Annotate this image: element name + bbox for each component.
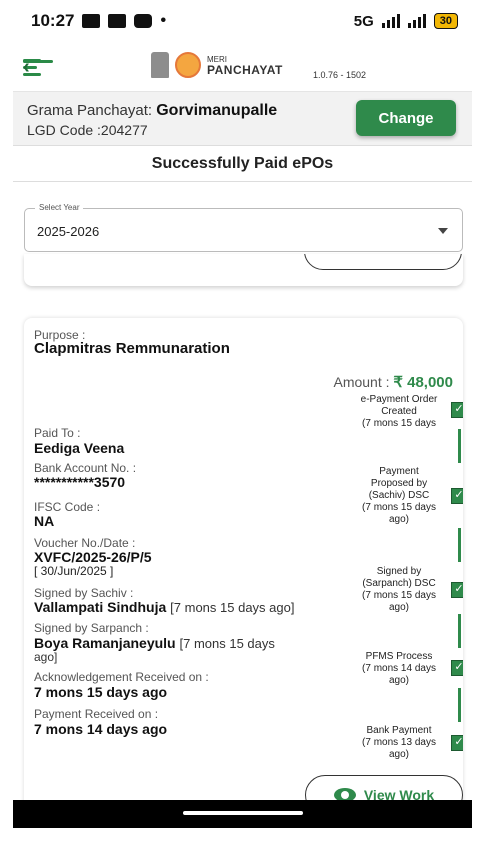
step-5-line-3: ago)	[388, 749, 409, 760]
ack-value: 7 mons 15 days ago	[34, 684, 168, 700]
panchayat-label: Grama Panchayat:	[27, 102, 153, 119]
message-icon	[108, 14, 127, 28]
network-label: 5G	[353, 12, 374, 30]
app-notification-icon	[134, 14, 153, 28]
menu-back-icon[interactable]: ‹	[23, 57, 53, 77]
ifsc-label: IFSC Code :	[34, 500, 101, 514]
step-5-line-1: Bank Payment	[366, 725, 432, 736]
timeline-step-bank-payment: Bank Payment (7 mons 13 days ago)	[349, 725, 449, 761]
bank-label: Bank Account No. :	[34, 461, 137, 475]
timeline-step-signed-sarpanch: Signed by (Sarpanch) DSC (7 mons 15 days…	[349, 566, 449, 614]
check-icon: ✓	[451, 582, 463, 598]
paid-to-label: Paid To :	[34, 426, 81, 440]
step-5-line-2: (7 mons 13 days	[362, 737, 436, 748]
purpose-value: Clapmitras Remmunaration	[34, 340, 230, 357]
sarpanch-value: Boya Ramanjaneyulu [7 mons 15 days	[34, 635, 275, 651]
payment-label: Payment Received on :	[34, 707, 159, 721]
previous-view-work-button[interactable]	[304, 254, 462, 270]
app-logo: MERI PANCHAYAT	[151, 52, 283, 78]
page-title: Successfully Paid ePOs	[13, 146, 472, 182]
sarpanch-time-1: [7 mons 15 days	[179, 636, 275, 651]
voucher-value: XVFC/2025-26/P/5	[34, 549, 152, 565]
step-3-line-1: Signed by	[376, 566, 422, 577]
step-1-line-3: (7 mons 15 days	[362, 418, 436, 429]
notification-icon	[82, 14, 101, 28]
step-4-line-2: (7 mons 14 days	[362, 663, 436, 674]
amount: Amount : ₹ 48,000	[333, 373, 453, 391]
bank-value: ***********3570	[34, 474, 126, 490]
step-2-line-1: Payment	[379, 466, 419, 477]
change-button[interactable]: Change	[356, 100, 456, 136]
sarpanch-name: Boya Ramanjaneyulu	[34, 635, 176, 651]
app-version: 1.0.76 - 1502	[313, 70, 367, 80]
dropdown-arrow-icon	[438, 228, 448, 234]
epo-card: Purpose : Clapmitras Remmunaration Amoun…	[24, 318, 463, 818]
timeline-connector	[458, 688, 461, 722]
year-select[interactable]: Select Year 2025-2026	[24, 203, 463, 252]
step-2-line-5: ago)	[388, 514, 409, 525]
emblem-icon	[151, 52, 169, 78]
step-1-line-2: Created	[381, 406, 417, 417]
payment-value: 7 mons 14 days ago	[34, 721, 168, 737]
sachiv-time: [7 mons 15 days ago]	[170, 600, 295, 615]
step-2-line-3: (Sachiv) DSC	[368, 490, 430, 501]
step-3-line-4: ago)	[388, 602, 409, 613]
sarpanch-time-2: ago]	[34, 650, 58, 664]
sachiv-label: Signed by Sachiv :	[34, 586, 134, 600]
timeline-step-pfms: PFMS Process (7 mons 14 days ago)	[349, 651, 449, 687]
panchayat-info: Grama Panchayat: Gorvimanupalle LGD Code…	[13, 92, 472, 146]
check-icon: ✓	[451, 660, 463, 676]
timeline-step-epo-created: e-Payment Order Created (7 mons 15 days	[349, 394, 449, 430]
step-2-line-4: (7 mons 15 days	[362, 502, 436, 513]
timeline-connector	[458, 429, 461, 463]
previous-epo-card	[24, 254, 463, 286]
step-2-line-2: Proposed by	[370, 478, 428, 489]
check-icon: ✓	[451, 735, 463, 751]
amount-value: ₹ 48,000	[393, 374, 453, 391]
step-4-line-3: ago)	[388, 675, 409, 686]
battery-icon: 30	[433, 13, 458, 29]
panchayat-title: Grama Panchayat: Gorvimanupalle	[27, 102, 277, 120]
step-4-line-1: PFMS Process	[365, 651, 433, 662]
timeline-step-payment-proposed: Payment Proposed by (Sachiv) DSC (7 mons…	[349, 466, 449, 526]
signal-icon	[381, 14, 400, 28]
system-nav-bar	[13, 800, 472, 828]
year-select-value: 2025-2026	[37, 224, 100, 239]
status-bar: 10:27 • 5G 30	[13, 0, 472, 42]
panchayat-name: Gorvimanupalle	[156, 102, 278, 119]
sarpanch-label: Signed by Sarpanch :	[34, 621, 149, 635]
amount-label: Amount :	[333, 374, 390, 390]
lgd-code: LGD Code :204277	[27, 122, 148, 138]
timeline-connector	[458, 528, 461, 562]
paid-to-value: Eediga Veena	[34, 440, 125, 456]
check-icon: ✓	[451, 488, 463, 504]
signal-icon-2	[407, 14, 426, 28]
brand-main: PANCHAYAT	[207, 63, 283, 77]
check-icon: ✓	[451, 402, 463, 418]
app-screen: 10:27 • 5G 30 ‹ MERI PANCHAYAT	[13, 0, 472, 828]
ack-label: Acknowledgement Received on :	[34, 670, 209, 684]
status-time: 10:27	[31, 11, 75, 30]
panchayat-logo-icon	[175, 52, 201, 78]
year-select-label: Select Year	[35, 203, 84, 212]
step-3-line-3: (7 mons 15 days	[362, 590, 436, 601]
step-1-line-1: e-Payment Order	[360, 394, 438, 405]
voucher-label: Voucher No./Date :	[34, 536, 136, 550]
sachiv-name: Vallampati Sindhuja	[34, 599, 167, 615]
home-gesture-handle[interactable]	[183, 811, 303, 815]
step-3-line-2: (Sarpanch) DSC	[362, 578, 436, 589]
voucher-date: [ 30/Jun/2025 ]	[34, 564, 114, 578]
dot-icon: •	[160, 12, 167, 29]
sachiv-value: Vallampati Sindhuja [7 mons 15 days ago]	[34, 599, 294, 615]
app-bar: ‹ MERI PANCHAYAT 1.0.76 - 1502	[13, 42, 472, 92]
timeline-connector	[458, 614, 461, 648]
ifsc-value: NA	[34, 513, 55, 529]
